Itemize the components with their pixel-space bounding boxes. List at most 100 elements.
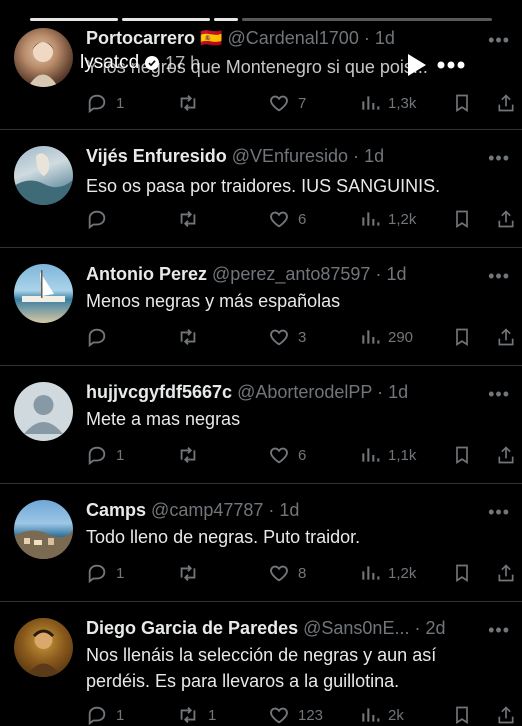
heart-icon	[270, 447, 288, 464]
avatar[interactable]	[14, 28, 73, 87]
author-name[interactable]: Camps	[86, 500, 146, 520]
bookmark-button[interactable]	[452, 208, 472, 230]
like-button[interactable]: 6	[268, 208, 306, 230]
views-icon	[362, 96, 380, 110]
tweet-text: Todo lleno de negras. Puto traidor.	[86, 527, 361, 547]
tweet-time[interactable]: 1d	[388, 382, 408, 402]
author-handle[interactable]: @AborterodelPP	[237, 382, 372, 402]
like-button[interactable]: 123	[268, 704, 323, 726]
views-icon	[362, 330, 380, 344]
avatar[interactable]	[14, 382, 73, 441]
tweet-item[interactable]: Antonio Perez @perez_anto87597 · 1d ••• …	[0, 248, 522, 366]
avatar[interactable]	[14, 618, 73, 677]
avatar-image-icon	[14, 530, 73, 559]
bookmark-icon	[456, 94, 468, 113]
tweet-item[interactable]: Camps @camp47787 · 1d ••• Todo lleno de …	[0, 484, 522, 602]
bookmark-button[interactable]	[452, 704, 472, 726]
tweet-text: Mete a mas negras	[86, 409, 241, 429]
share-button[interactable]	[496, 704, 516, 726]
author-name[interactable]: Vijés Enfuresido	[86, 146, 227, 166]
retweet-button[interactable]	[176, 444, 208, 466]
tweet-item[interactable]: hujjvcgyfdf5667c @AborterodelPP · 1d •••…	[0, 366, 522, 484]
share-button[interactable]	[496, 326, 516, 348]
like-button[interactable]: 8	[268, 562, 306, 584]
tweet-time[interactable]: 1d	[279, 500, 299, 520]
views-button[interactable]: 1,2k	[360, 208, 416, 230]
view-count: 1,1k	[388, 446, 417, 464]
like-count: 3	[298, 328, 307, 346]
retweet-button[interactable]	[176, 92, 208, 114]
author-handle[interactable]: @camp47787	[151, 500, 263, 520]
bookmark-button[interactable]	[452, 444, 472, 466]
retweet-button[interactable]: 1	[176, 704, 216, 726]
tweet-time[interactable]: 2d	[426, 618, 446, 638]
avatar[interactable]	[14, 264, 73, 323]
reply-icon	[88, 210, 106, 230]
tweet-header: Diego Garcia de Paredes @Sans0nE... · 2d	[86, 618, 446, 639]
separator-dot: ·	[414, 618, 421, 638]
play-icon[interactable]	[404, 52, 428, 78]
story-time: 17 h	[165, 52, 201, 73]
bookmark-button[interactable]	[452, 562, 472, 584]
share-button[interactable]	[496, 444, 516, 466]
views-button[interactable]: 1,3k	[360, 92, 416, 114]
views-button[interactable]: 1,2k	[360, 562, 416, 584]
tweet-item[interactable]: Vijés Enfuresido @VEnfuresido · 1d ••• E…	[0, 130, 522, 248]
share-button[interactable]	[496, 562, 516, 584]
like-count: 6	[298, 446, 307, 464]
author-name[interactable]: hujjvcgyfdf5667c	[86, 382, 232, 402]
reply-button[interactable]	[86, 326, 116, 348]
like-button[interactable]: 7	[268, 92, 306, 114]
share-button[interactable]	[496, 208, 516, 230]
tweet-time[interactable]: 1d	[375, 28, 395, 48]
reply-button[interactable]	[86, 208, 116, 230]
tweet-item[interactable]: Diego Garcia de Paredes @Sans0nE... · 2d…	[0, 602, 522, 726]
avatar[interactable]	[14, 500, 73, 559]
share-icon	[498, 94, 514, 112]
author-handle[interactable]: @perez_anto87597	[212, 264, 370, 284]
author-name[interactable]: Diego Garcia de Paredes	[86, 618, 298, 638]
more-options-icon[interactable]: •••	[488, 620, 510, 641]
reply-button[interactable]: 1	[86, 562, 124, 584]
tweet-time[interactable]: 1d	[386, 264, 406, 284]
like-button[interactable]: 3	[268, 326, 306, 348]
author-name[interactable]: Antonio Perez	[86, 264, 207, 284]
more-options-icon[interactable]: •••	[488, 266, 510, 287]
reply-button[interactable]: 1	[86, 704, 124, 726]
avatar[interactable]	[14, 146, 73, 205]
share-button[interactable]	[496, 92, 516, 114]
reply-icon	[88, 706, 106, 726]
bookmark-button[interactable]	[452, 326, 472, 348]
views-button[interactable]: 1,1k	[360, 444, 416, 466]
retweet-icon	[180, 95, 196, 111]
more-options-icon[interactable]: •••	[488, 30, 510, 51]
retweet-button[interactable]	[176, 208, 208, 230]
reply-button[interactable]: 1	[86, 444, 124, 466]
retweet-button[interactable]	[176, 562, 208, 584]
author-handle[interactable]: @VEnfuresido	[232, 146, 348, 166]
author-handle[interactable]: @Sans0nE...	[303, 618, 409, 638]
story-progress-segment	[122, 18, 210, 21]
tweet-text: Eso os pasa por traidores. IUS SANGUINIS…	[86, 176, 441, 196]
reply-count: 1	[116, 446, 125, 464]
tweet-header: Camps @camp47787 · 1d	[86, 500, 299, 521]
reply-button[interactable]: 1	[86, 92, 124, 114]
heart-icon	[270, 329, 288, 346]
more-options-icon[interactable]: •••	[488, 384, 510, 405]
author-name[interactable]: Portocarrero 🇪🇸	[86, 28, 222, 48]
tweet-time[interactable]: 1d	[364, 146, 384, 166]
bookmark-button[interactable]	[452, 92, 472, 114]
views-button[interactable]: 290	[360, 326, 413, 348]
like-button[interactable]: 6	[268, 444, 306, 466]
story-username[interactable]: lysatcd	[80, 52, 139, 74]
like-count: 8	[298, 564, 307, 582]
more-options-icon[interactable]: •••	[488, 502, 510, 523]
retweet-button[interactable]	[176, 326, 208, 348]
tweet-feed: Portocarrero 🇪🇸 @Cardenal1700 · 1d ••• Y…	[0, 0, 522, 726]
more-icon[interactable]	[436, 60, 466, 70]
story-progress-bar	[30, 18, 492, 21]
retweet-icon	[180, 565, 196, 581]
author-handle[interactable]: @Cardenal1700	[227, 28, 358, 48]
more-options-icon[interactable]: •••	[488, 148, 510, 169]
views-button[interactable]: 2k	[360, 704, 404, 726]
